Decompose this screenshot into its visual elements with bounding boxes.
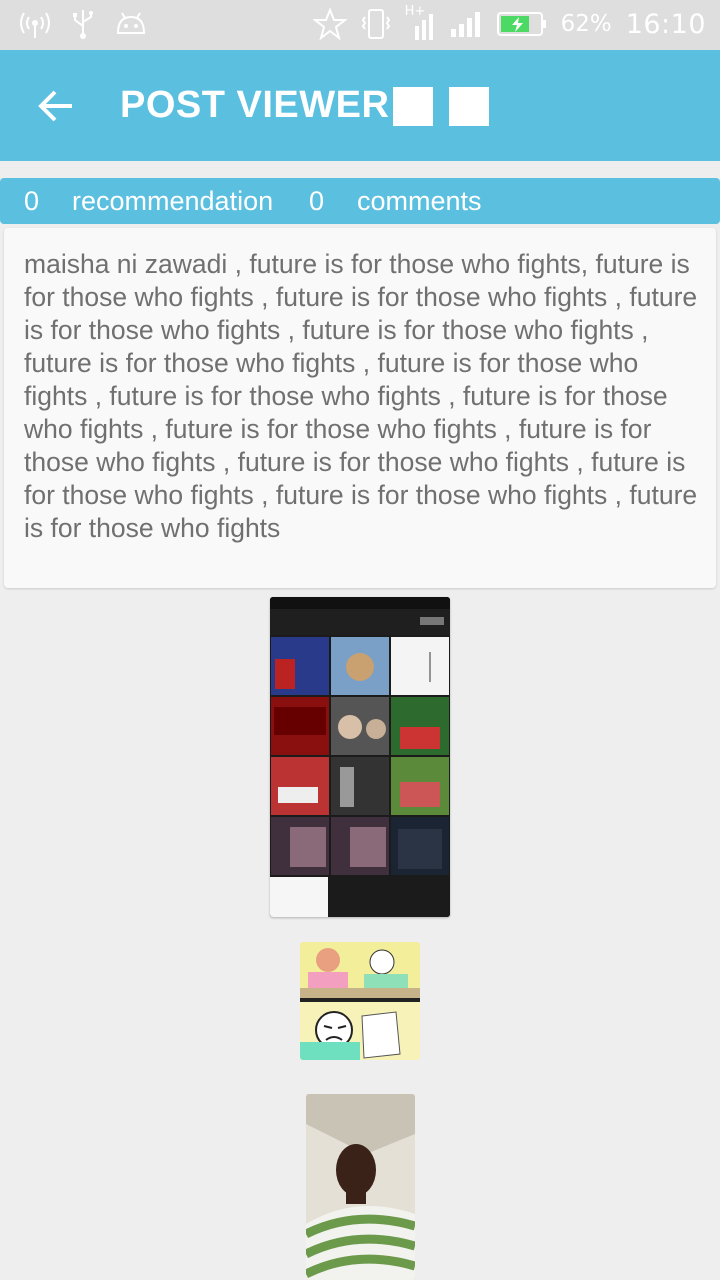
app-bar: POST VIEWER [0, 50, 720, 161]
arrow-left-icon [38, 90, 72, 122]
post-image-screenshot[interactable] [270, 597, 450, 917]
square-icon [449, 87, 489, 126]
android-debug-icon [114, 9, 148, 39]
status-time: 16:10 [625, 8, 706, 40]
recommendation-label[interactable]: recommendation [72, 186, 273, 217]
post-stats-bar: 0 recommendation 0 comments [0, 178, 720, 224]
signal-icon [449, 9, 483, 39]
wifi-hotspot-icon [18, 9, 52, 39]
post-text: maisha ni zawadi , future is for those w… [24, 249, 698, 543]
post-image-selfie[interactable] [306, 1094, 415, 1280]
vibrate-icon [361, 7, 391, 41]
post-card: maisha ni zawadi , future is for those w… [4, 228, 716, 588]
usb-icon [70, 8, 96, 40]
battery-charging-icon [496, 11, 547, 37]
h-plus-signal-icon: H+ [405, 4, 435, 42]
square-icon [393, 87, 433, 126]
back-button[interactable] [36, 86, 76, 126]
status-bar: H+ 62% 16:10 [0, 0, 720, 50]
post-image-meme[interactable] [300, 942, 420, 1060]
comments-count: 0 [309, 186, 325, 216]
comments-label[interactable]: comments [357, 186, 482, 217]
recommendation-count: 0 [24, 186, 40, 216]
battery-percent: 62% [560, 11, 612, 37]
star-icon [312, 7, 347, 41]
page-title: POST VIEWER [120, 84, 390, 126]
